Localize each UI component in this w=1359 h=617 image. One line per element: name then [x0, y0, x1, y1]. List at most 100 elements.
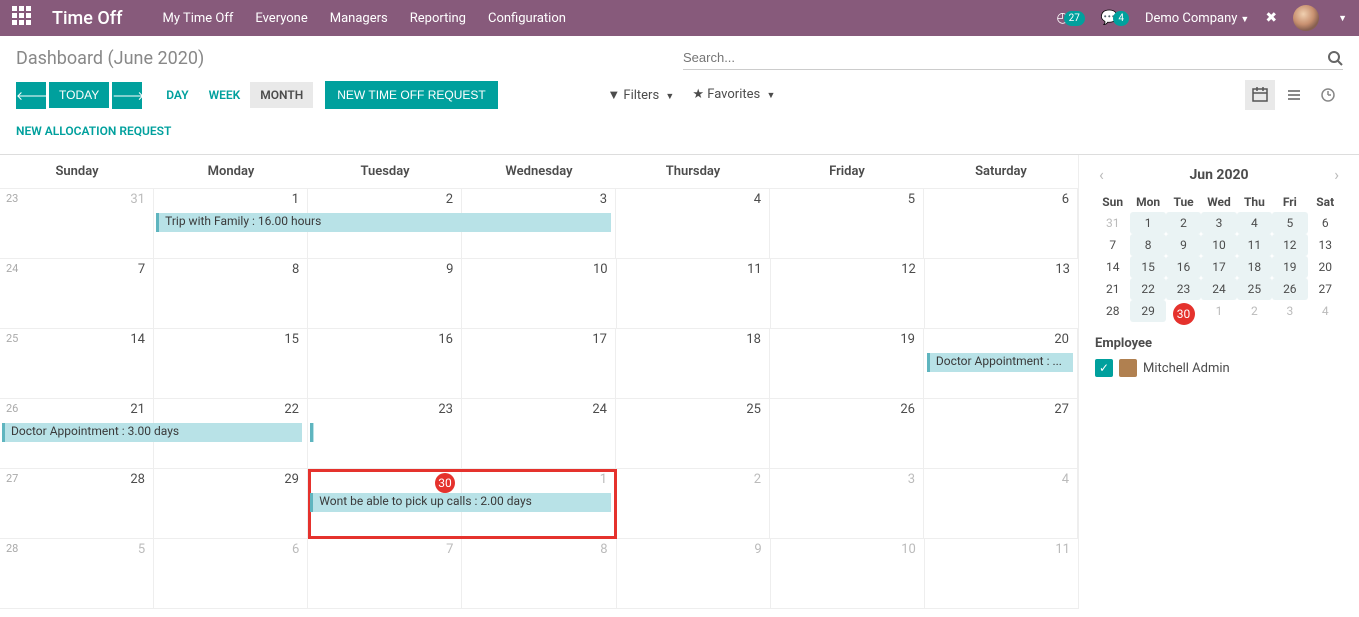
- view-month[interactable]: MONTH: [250, 82, 313, 108]
- mini-day[interactable]: 28: [1095, 300, 1130, 322]
- chat-badge[interactable]: 💬 4: [1101, 10, 1129, 26]
- user-menu-caret[interactable]: ▼: [1338, 13, 1347, 24]
- calendar-cell[interactable]: 15: [154, 329, 308, 398]
- mini-day[interactable]: 10: [1201, 234, 1236, 256]
- event-calls[interactable]: Wont be able to pick up calls : 2.00 day…: [310, 493, 610, 512]
- mini-day[interactable]: 31: [1095, 212, 1130, 234]
- calendar-cell[interactable]: 7: [308, 539, 462, 608]
- calendar-body[interactable]: 2331123456Trip with Family : 16.00 hours…: [0, 189, 1078, 609]
- calendar-cell[interactable]: 16: [308, 329, 462, 398]
- mini-day[interactable]: 29: [1130, 300, 1165, 322]
- calendar-cell[interactable]: 5: [770, 189, 924, 258]
- mini-cal-body[interactable]: 3112345678910111213141516171819202122232…: [1095, 212, 1343, 322]
- calendar-cell[interactable]: 26: [770, 399, 924, 468]
- nav-everyone[interactable]: Everyone: [255, 11, 307, 26]
- mini-day[interactable]: 4: [1308, 300, 1343, 322]
- apps-icon[interactable]: [12, 6, 36, 30]
- search-icon[interactable]: [1327, 50, 1343, 66]
- mini-day[interactable]: 22: [1130, 278, 1165, 300]
- mini-day[interactable]: 17: [1201, 256, 1236, 278]
- mini-day[interactable]: 30: [1166, 300, 1201, 322]
- view-week[interactable]: WEEK: [199, 82, 251, 108]
- new-request-button[interactable]: NEW TIME OFF REQUEST: [325, 81, 497, 109]
- mini-day[interactable]: 24: [1201, 278, 1236, 300]
- event-doctor-long[interactable]: Doctor Appointment : 3.00 days: [2, 423, 302, 442]
- calendar-cell[interactable]: 10: [462, 259, 616, 328]
- mini-day[interactable]: 20: [1308, 256, 1343, 278]
- event-trip[interactable]: Trip with Family : 16.00 hours: [156, 213, 610, 232]
- mini-day[interactable]: 16: [1166, 256, 1201, 278]
- mini-day[interactable]: 23: [1166, 278, 1201, 300]
- calendar-cell[interactable]: 12: [771, 259, 925, 328]
- calendar-cell[interactable]: 2728: [0, 469, 154, 538]
- mini-day[interactable]: 21: [1095, 278, 1130, 300]
- mini-prev-icon[interactable]: ‹: [1095, 165, 1108, 184]
- clock-badge[interactable]: ◴ 27: [1056, 10, 1084, 26]
- calendar-cell[interactable]: 3: [770, 469, 924, 538]
- calendar-cell[interactable]: 2331: [0, 189, 154, 258]
- calendar-cell[interactable]: 247: [0, 259, 154, 328]
- calendar-cell[interactable]: 18: [616, 329, 770, 398]
- employee-row[interactable]: ✓ Mitchell Admin: [1095, 359, 1343, 377]
- mini-day[interactable]: 1: [1201, 300, 1236, 322]
- mini-day[interactable]: 2: [1237, 300, 1272, 322]
- nav-my-time-off[interactable]: My Time Off: [162, 11, 233, 26]
- user-avatar[interactable]: [1293, 5, 1319, 31]
- mini-day[interactable]: 19: [1272, 256, 1307, 278]
- mini-day[interactable]: 2: [1166, 212, 1201, 234]
- mini-day[interactable]: 5: [1272, 212, 1307, 234]
- activity-view-icon[interactable]: [1313, 80, 1343, 110]
- calendar-cell[interactable]: 4: [616, 189, 770, 258]
- search-bar[interactable]: [683, 46, 1343, 70]
- mini-day[interactable]: 3: [1272, 300, 1307, 322]
- mini-day[interactable]: 26: [1272, 278, 1307, 300]
- mini-day[interactable]: 4: [1237, 212, 1272, 234]
- calendar-cell[interactable]: 23: [308, 399, 462, 468]
- calendar-cell[interactable]: 9: [617, 539, 771, 608]
- mini-day[interactable]: 18: [1237, 256, 1272, 278]
- mini-day[interactable]: 27: [1308, 278, 1343, 300]
- nav-configuration[interactable]: Configuration: [488, 11, 566, 26]
- mini-next-icon[interactable]: ›: [1330, 165, 1343, 184]
- mini-day[interactable]: 15: [1130, 256, 1165, 278]
- event-doctor-cont[interactable]: [310, 423, 314, 442]
- calendar-cell[interactable]: 285: [0, 539, 154, 608]
- calendar-cell[interactable]: 19: [770, 329, 924, 398]
- employee-checkbox[interactable]: ✓: [1095, 359, 1113, 377]
- mini-day[interactable]: 25: [1237, 278, 1272, 300]
- favorites-dropdown[interactable]: ★ Favorites ▼: [692, 87, 775, 103]
- nav-reporting[interactable]: Reporting: [410, 11, 466, 26]
- mini-day[interactable]: 7: [1095, 234, 1130, 256]
- company-selector[interactable]: Demo Company▼: [1145, 11, 1249, 26]
- view-day[interactable]: DAY: [156, 82, 198, 108]
- calendar-view-icon[interactable]: [1245, 80, 1275, 110]
- mini-day[interactable]: 6: [1308, 212, 1343, 234]
- mini-day[interactable]: 12: [1272, 234, 1307, 256]
- calendar-cell[interactable]: 25: [616, 399, 770, 468]
- next-button[interactable]: 🡒: [112, 82, 142, 109]
- new-allocation-link[interactable]: NEW ALLOCATION REQUEST: [16, 120, 171, 142]
- calendar-cell[interactable]: 11: [925, 539, 1078, 608]
- calendar-cell[interactable]: 9: [308, 259, 462, 328]
- mini-day[interactable]: 13: [1308, 234, 1343, 256]
- mini-day[interactable]: 1: [1130, 212, 1165, 234]
- calendar-cell[interactable]: 2514: [0, 329, 154, 398]
- list-view-icon[interactable]: [1279, 80, 1309, 110]
- app-brand[interactable]: Time Off: [52, 8, 122, 29]
- debug-icon[interactable]: ✖: [1265, 10, 1277, 26]
- today-button[interactable]: TODAY: [49, 82, 109, 108]
- search-input[interactable]: [683, 46, 1327, 69]
- mini-day[interactable]: 8: [1130, 234, 1165, 256]
- nav-managers[interactable]: Managers: [330, 11, 388, 26]
- calendar-cell[interactable]: 29: [154, 469, 308, 538]
- calendar-cell[interactable]: 24: [462, 399, 616, 468]
- event-doctor-short[interactable]: Doctor Appointment : ...: [927, 353, 1073, 372]
- calendar-cell[interactable]: 11: [617, 259, 771, 328]
- calendar-cell[interactable]: 4: [924, 469, 1078, 538]
- calendar-cell[interactable]: 6: [154, 539, 308, 608]
- calendar-cell[interactable]: 10: [771, 539, 925, 608]
- calendar-cell[interactable]: 8: [462, 539, 616, 608]
- calendar-cell[interactable]: 8: [154, 259, 308, 328]
- calendar-cell[interactable]: 2: [616, 469, 770, 538]
- filters-dropdown[interactable]: ▼ Filters ▼: [607, 87, 674, 103]
